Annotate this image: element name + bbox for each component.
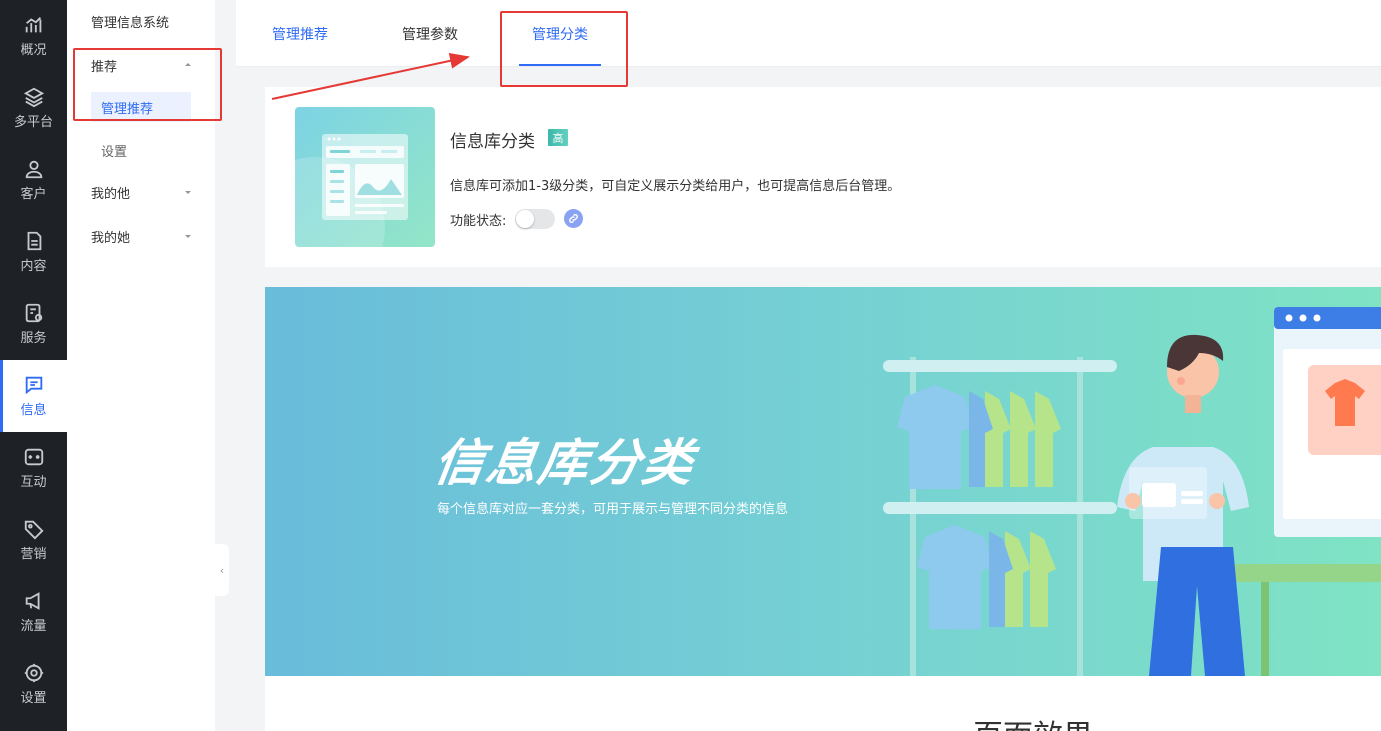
menu-sub-label: 管理推荐 bbox=[101, 101, 154, 117]
menu-sub-label: 设置 bbox=[101, 144, 128, 160]
chevron-left-icon: ‹ bbox=[219, 563, 225, 577]
menu-group-hers[interactable]: 我的她 bbox=[67, 219, 215, 253]
rail-item-marketing[interactable]: 营销 bbox=[0, 504, 67, 576]
rail-item-label: 服务 bbox=[20, 331, 47, 346]
caret-down-icon bbox=[185, 235, 191, 238]
document-icon bbox=[27, 231, 41, 251]
user-icon bbox=[25, 160, 42, 179]
message-icon bbox=[25, 376, 42, 395]
collapse-sidebar-button[interactable]: ‹ bbox=[215, 544, 229, 596]
tab-bar: 管理推荐 管理参数 管理分类 bbox=[236, 0, 1381, 67]
rail-item-label: 信息 bbox=[20, 403, 47, 418]
tab-manage-category[interactable]: 管理分类 bbox=[532, 0, 588, 67]
rail-item-label: 多平台 bbox=[13, 115, 53, 130]
rail-item-service[interactable]: 服务 bbox=[0, 288, 67, 360]
gamepad-icon bbox=[24, 448, 43, 466]
premium-badge: 高 bbox=[548, 129, 568, 146]
feature-status-label: 功能状态: bbox=[450, 214, 507, 229]
banner-illustration bbox=[883, 307, 1381, 676]
rail-item-label: 互动 bbox=[20, 475, 47, 490]
rail-item-info[interactable]: 信息 bbox=[0, 360, 67, 432]
tag-icon bbox=[24, 520, 44, 540]
banner-subtitle: 每个信息库对应一套分类，可用于展示与管理不同分类的信息 bbox=[437, 502, 789, 517]
main-nav-rail: 概况 多平台 客户 内容 服务 信息 互动 营销 流量 设置 bbox=[0, 0, 67, 731]
secondary-menu: 管理信息系统 推荐 管理推荐 设置 我的他 我的她 bbox=[67, 0, 215, 731]
feature-card: 信息库分类 高 信息库可添加1-3级分类，可自定义展示分类给用户，也可提高信息后… bbox=[265, 87, 1381, 267]
rail-item-label: 营销 bbox=[20, 547, 47, 562]
rail-item-traffic[interactable]: 流量 bbox=[0, 576, 67, 648]
menu-title: 管理信息系统 bbox=[91, 16, 170, 31]
toggle-knob bbox=[516, 210, 534, 228]
active-tab-indicator bbox=[519, 64, 601, 66]
feature-illustration bbox=[295, 134, 408, 247]
rail-item-customers[interactable]: 客户 bbox=[0, 144, 67, 216]
menu-sub-manage-recommend[interactable]: 管理推荐 bbox=[91, 92, 191, 122]
tab-manage-params[interactable]: 管理参数 bbox=[402, 0, 458, 67]
tab-label: 管理参数 bbox=[402, 26, 458, 43]
feature-banner: 信息库分类 每个信息库对应一套分类，可用于展示与管理不同分类的信息 bbox=[265, 287, 1381, 676]
caret-up-icon bbox=[185, 63, 191, 66]
banner-title: 信息库分类 bbox=[430, 434, 699, 492]
service-icon bbox=[25, 303, 42, 323]
rail-item-label: 客户 bbox=[20, 187, 47, 202]
feature-title: 信息库分类 bbox=[450, 132, 535, 152]
menu-group-label: 我的她 bbox=[91, 230, 131, 246]
menu-group-his[interactable]: 我的他 bbox=[67, 175, 215, 209]
rail-item-label: 流量 bbox=[20, 619, 47, 634]
feature-thumbnail bbox=[295, 107, 435, 247]
rail-item-content[interactable]: 内容 bbox=[0, 216, 67, 288]
rail-item-label: 内容 bbox=[20, 259, 47, 274]
megaphone-icon bbox=[25, 592, 39, 610]
tab-manage-recommend[interactable]: 管理推荐 bbox=[272, 0, 328, 67]
feature-description: 信息库可添加1-3级分类，可自定义展示分类给用户，也可提高信息后台管理。 bbox=[450, 179, 901, 194]
settings-icon bbox=[24, 663, 43, 683]
layers-icon bbox=[23, 87, 44, 108]
rail-item-multi-platform[interactable]: 多平台 bbox=[0, 72, 67, 144]
link-icon[interactable] bbox=[564, 209, 583, 228]
menu-sub-settings[interactable]: 设置 bbox=[91, 135, 191, 165]
tab-label: 管理推荐 bbox=[272, 26, 328, 43]
rail-item-overview[interactable]: 概况 bbox=[0, 0, 67, 72]
rail-item-label: 设置 bbox=[20, 691, 47, 706]
menu-group-label: 我的他 bbox=[91, 186, 131, 202]
chart-icon bbox=[25, 17, 41, 33]
rail-item-settings[interactable]: 设置 bbox=[0, 648, 67, 720]
caret-down-icon bbox=[185, 191, 191, 194]
feature-status-toggle[interactable] bbox=[515, 209, 555, 229]
menu-group-recommend[interactable]: 推荐 bbox=[67, 48, 215, 82]
tab-label: 管理分类 bbox=[532, 26, 588, 43]
rail-item-label: 概况 bbox=[20, 43, 47, 58]
preview-panel: 页面效果 bbox=[265, 676, 1381, 731]
menu-group-label: 推荐 bbox=[91, 59, 118, 75]
preview-heading: 页面效果 bbox=[973, 722, 1093, 731]
rail-item-interaction[interactable]: 互动 bbox=[0, 432, 67, 504]
app-root: 概况 多平台 客户 内容 服务 信息 互动 营销 流量 设置 管理信息系统 推荐… bbox=[0, 0, 1381, 731]
